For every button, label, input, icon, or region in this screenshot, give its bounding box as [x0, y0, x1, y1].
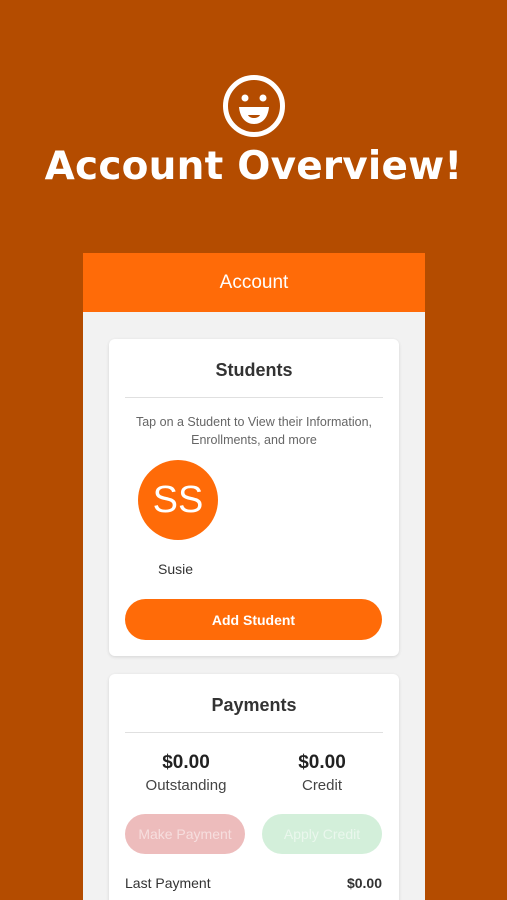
payment-amounts: $0.00 Outstanding $0.00 Credit [109, 752, 399, 802]
payments-card: Payments $0.00 Outstanding $0.00 Credit … [109, 674, 399, 900]
last-payment-value: $0.00 [346, 875, 382, 891]
hero-title: Account Overview! [44, 144, 463, 189]
outstanding-label: Outstanding [145, 777, 227, 794]
payments-title: Payments [211, 695, 297, 715]
student-item-susie[interactable]: SS Susie [138, 460, 218, 577]
outstanding-value: $0.00 [162, 752, 210, 773]
student-name: Susie [158, 561, 194, 577]
outstanding-amount: $0.00 Outstanding [121, 752, 251, 794]
students-card: Students Tap on a Student to View their … [109, 339, 399, 656]
hero-banner: Account Overview! [0, 0, 507, 253]
students-title: Students [215, 360, 293, 380]
make-payment-button[interactable]: Make Payment [125, 814, 245, 854]
credit-amount: $0.00 Credit [257, 752, 387, 794]
add-student-button[interactable]: Add Student [125, 599, 382, 640]
divider [125, 397, 383, 398]
app-bar: Account [83, 253, 425, 312]
credit-value: $0.00 [298, 752, 346, 773]
divider [125, 732, 383, 733]
app-bar-title: Account [219, 271, 289, 293]
student-avatar[interactable]: SS [138, 460, 218, 540]
last-payment-row: Last Payment $0.00 [125, 875, 382, 891]
app-screen: Account Students Tap on a Student to Vie… [83, 253, 425, 900]
credit-label: Credit [301, 777, 342, 794]
last-payment-label: Last Payment [125, 875, 211, 891]
students-hint: Tap on a Student to View their Informati… [135, 415, 373, 447]
avatar-initials: SS [152, 478, 204, 521]
apply-credit-button[interactable]: Apply Credit [262, 814, 382, 854]
smiley-face-icon [223, 75, 285, 137]
